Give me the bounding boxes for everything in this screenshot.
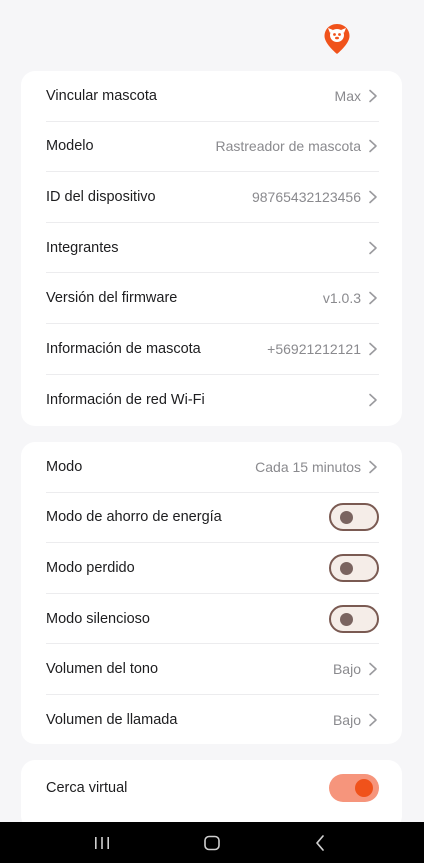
- link-pet-row[interactable]: Vincular mascota Max: [46, 71, 379, 122]
- row-label: Modo silencioso: [46, 610, 150, 627]
- row-label: Modo: [46, 458, 83, 475]
- recents-button[interactable]: [82, 822, 122, 863]
- lost-mode-row: Modo perdido: [46, 543, 379, 594]
- row-value: 98765432123456: [251, 188, 361, 205]
- chevron-right-icon: [369, 460, 377, 474]
- row-value: Bajo: [332, 661, 361, 678]
- row-label: Versión del firmware: [46, 290, 178, 307]
- row-label: Información de red Wi-Fi: [46, 391, 205, 408]
- recents-icon: [95, 836, 109, 849]
- settings-card: Modo Cada 15 minutos Modo de ahorro de e…: [21, 442, 402, 744]
- row-value: Bajo: [332, 712, 361, 729]
- device-info-card: Vincular mascota Max Modelo Rastreador d…: [21, 71, 402, 426]
- wifi-info-row[interactable]: Información de red Wi-Fi: [46, 375, 379, 426]
- row-value: Rastreador de mascota: [215, 138, 361, 155]
- chevron-right-icon: [369, 393, 377, 407]
- power-saving-toggle[interactable]: [329, 503, 379, 532]
- back-button[interactable]: [300, 822, 340, 863]
- geofence-row: Cerca virtual: [46, 760, 379, 815]
- row-label: Cerca virtual: [46, 779, 128, 796]
- pet-info-row[interactable]: Información de mascota +56921212121: [46, 324, 379, 375]
- firmware-version-row[interactable]: Versión del firmware v1.0.3: [46, 273, 379, 324]
- row-label: Modo perdido: [46, 559, 135, 576]
- chevron-right-icon: [369, 89, 377, 103]
- toggle-knob: [340, 561, 353, 575]
- row-value: +56921212121: [267, 340, 361, 357]
- row-label: ID del dispositivo: [46, 188, 156, 205]
- chevron-right-icon: [369, 291, 377, 305]
- row-label: Integrantes: [46, 239, 119, 256]
- lost-mode-toggle[interactable]: [329, 553, 379, 582]
- row-label: Modelo: [46, 138, 94, 155]
- chevron-right-icon: [369, 190, 377, 204]
- home-icon: [204, 835, 220, 850]
- members-row[interactable]: Integrantes: [46, 223, 379, 274]
- row-label: Volumen del tono: [46, 661, 159, 678]
- row-label: Vincular mascota: [46, 87, 157, 104]
- chevron-right-icon: [369, 662, 377, 676]
- device-id-row[interactable]: ID del dispositivo 98765432123456: [46, 172, 379, 223]
- power-saving-row: Modo de ahorro de energía: [46, 493, 379, 544]
- home-button[interactable]: [192, 822, 232, 863]
- silent-mode-toggle[interactable]: [329, 604, 379, 633]
- row-label: Información de mascota: [46, 340, 201, 357]
- chevron-right-icon: [369, 342, 377, 356]
- toggle-knob: [355, 778, 373, 797]
- chevron-right-icon: [369, 140, 377, 153]
- chevron-right-icon: [369, 713, 377, 727]
- row-label: Volumen de llamada: [46, 712, 178, 729]
- row-value: Max: [334, 87, 361, 104]
- back-icon: [316, 834, 324, 851]
- model-row[interactable]: Modelo Rastreador de mascota: [46, 122, 379, 173]
- toggle-knob: [340, 511, 353, 525]
- row-value: Cada 15 minutos: [255, 458, 361, 475]
- row-value: v1.0.3: [322, 290, 361, 307]
- mode-row[interactable]: Modo Cada 15 minutos: [46, 442, 379, 493]
- geofence-toggle[interactable]: [329, 773, 379, 802]
- silent-mode-row: Modo silencioso: [46, 594, 379, 645]
- system-navigation-bar: [0, 822, 424, 863]
- toggle-knob: [340, 612, 353, 626]
- call-volume-row[interactable]: Volumen de llamada Bajo: [46, 695, 379, 744]
- chevron-right-icon: [369, 241, 377, 254]
- geofence-card: Cerca virtual: [21, 760, 402, 830]
- ring-volume-row[interactable]: Volumen del tono Bajo: [46, 644, 379, 695]
- row-label: Modo de ahorro de energía: [46, 509, 222, 526]
- pet-location-pin-icon: [324, 24, 350, 54]
